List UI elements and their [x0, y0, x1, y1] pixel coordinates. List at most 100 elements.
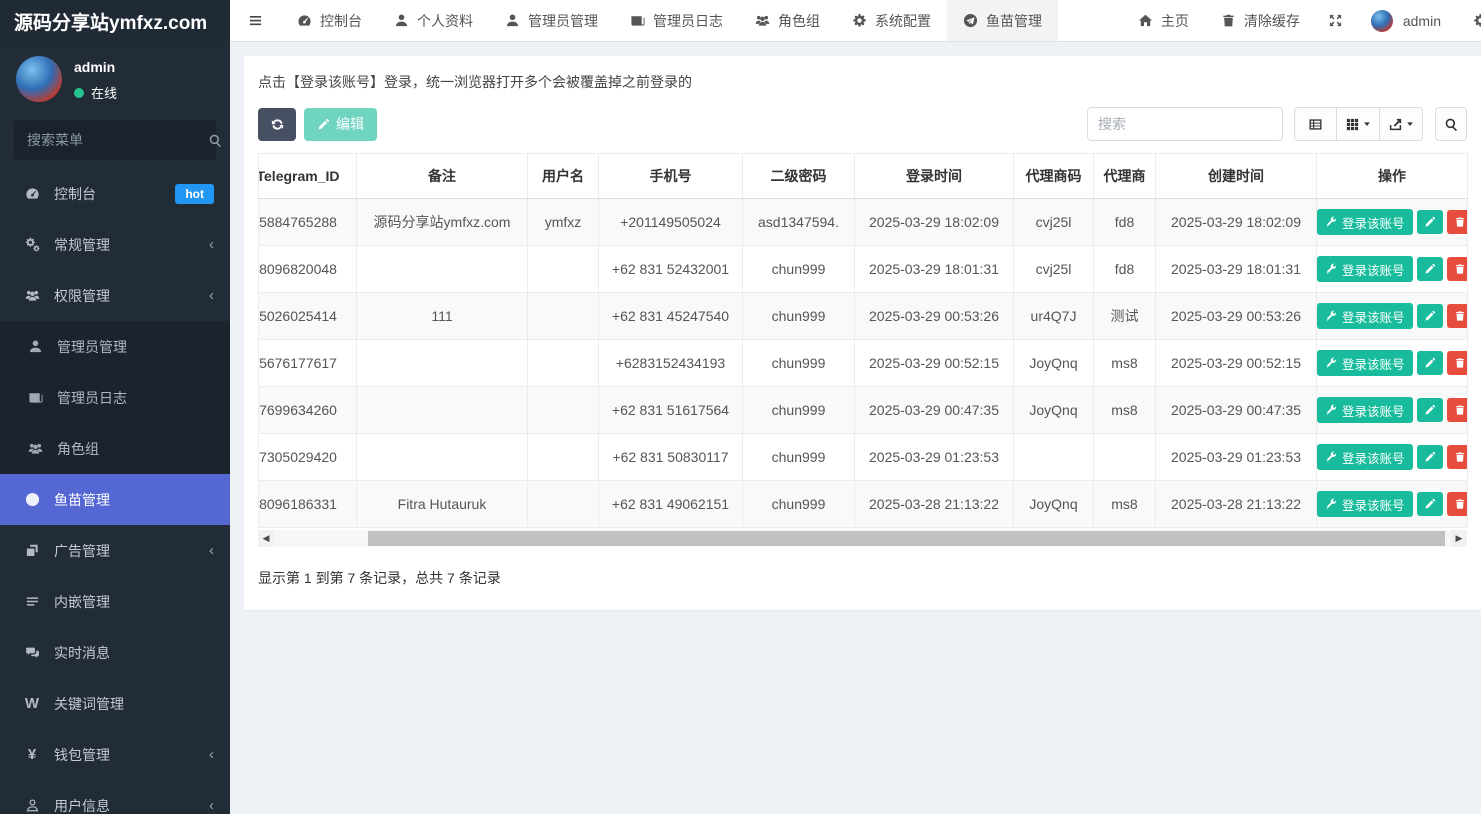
scroll-left-arrow[interactable]: ◀ — [258, 530, 274, 547]
sidebar-item-1[interactable]: 常规管理‹ — [0, 219, 230, 270]
record-summary: 显示第 1 到第 7 条记录，总共 7 条记录 — [258, 568, 1467, 588]
row-delete-button[interactable] — [1447, 351, 1468, 375]
login-account-button[interactable]: 登录该账号 — [1317, 209, 1413, 235]
sidebar-search-input[interactable] — [27, 132, 208, 148]
tools-icon — [1325, 263, 1337, 275]
newspaper-icon — [28, 390, 43, 405]
pencil-icon — [1424, 451, 1436, 463]
table-row[interactable]: 7305029420+62 831 50830117chun9992025-03… — [259, 434, 1468, 481]
chevron-left-icon: ‹ — [209, 288, 214, 303]
table-row[interactable]: 5884765288源码分享站ymfxz.comymfxz+2011495050… — [259, 199, 1468, 246]
table-search-input[interactable] — [1087, 107, 1283, 141]
table-cell: 8096820048 — [259, 246, 357, 293]
home-button[interactable]: 主页 — [1122, 0, 1205, 41]
scroll-right-arrow[interactable]: ▶ — [1451, 530, 1467, 547]
sidebar-item-2[interactable]: 权限管理 ‹ — [0, 270, 230, 321]
row-delete-button[interactable] — [1447, 257, 1468, 281]
row-edit-button[interactable] — [1417, 398, 1443, 422]
sidebar-item-8[interactable]: 内嵌管理 — [0, 576, 230, 627]
sidebar-item-label: 管理员管理 — [57, 337, 127, 357]
users-icon — [25, 288, 40, 303]
sidebar-item-12[interactable]: 用户信息‹ — [0, 780, 230, 814]
table-cell: JoyQnq — [1014, 387, 1094, 434]
table-row[interactable]: 5026025414111+62 831 45247540chun9992025… — [259, 293, 1468, 340]
table-row[interactable]: 5676177617+6283152434193chun9992025-03-2… — [259, 340, 1468, 387]
pencil-icon — [1424, 498, 1436, 510]
column-header: 代理商 — [1094, 154, 1156, 199]
table-cell: 2025-03-29 18:01:31 — [855, 246, 1014, 293]
user-menu[interactable]: admin — [1355, 0, 1457, 41]
login-account-button[interactable]: 登录该账号 — [1317, 491, 1413, 517]
export-dropdown-button[interactable] — [1380, 107, 1423, 141]
pencil-icon — [1424, 357, 1436, 369]
row-edit-button[interactable] — [1417, 492, 1443, 516]
fullscreen-button[interactable] — [1316, 0, 1355, 41]
row-delete-button[interactable] — [1447, 210, 1468, 234]
sidebar: 源码分享站ymfxz.com admin 在线 控制台hot常规管理‹权限管理‹… — [0, 0, 230, 814]
caret-down-icon — [1363, 120, 1371, 128]
row-edit-button[interactable] — [1417, 257, 1443, 281]
table-cell: Fitra Hutauruk — [357, 481, 528, 528]
table-cell: cvj25l — [1014, 246, 1094, 293]
sidebar-item-6[interactable]: 鱼苗管理 — [0, 474, 230, 525]
topbar-tab-5[interactable]: 系统配置 — [836, 0, 947, 41]
table-cell: +6283152434193 — [599, 340, 743, 387]
table-cell — [1014, 434, 1094, 481]
search-submit-button[interactable] — [1435, 107, 1467, 141]
sidebar-item-9[interactable]: 实时消息 — [0, 627, 230, 678]
search-icon — [208, 133, 223, 148]
topbar-tab-0[interactable]: 控制台 — [281, 0, 378, 41]
topbar-tab-3[interactable]: 管理员日志 — [614, 0, 739, 41]
table-row[interactable]: 8096186331Fitra Hutauruk+62 831 49062151… — [259, 481, 1468, 528]
sidebar-item-11[interactable]: ¥钱包管理‹ — [0, 729, 230, 780]
user-icon — [505, 13, 520, 28]
chevron-left-icon: ‹ — [209, 543, 214, 558]
row-delete-button[interactable] — [1447, 445, 1468, 469]
users-icon — [28, 441, 43, 456]
clear-cache-button[interactable]: 清除缓存 — [1205, 0, 1316, 41]
sidebar-item-4[interactable]: 管理员日志 — [0, 372, 230, 423]
horizontal-scrollbar[interactable]: ◀ ▶ — [258, 530, 1467, 547]
topbar-tab-6[interactable]: 鱼苗管理 — [947, 0, 1058, 41]
scrollbar-thumb[interactable] — [368, 531, 1445, 546]
row-delete-button[interactable] — [1447, 398, 1468, 422]
content-card: 点击【登录该账号】登录，统一浏览器打开多个会被覆盖掉之前登录的 编辑 Teleg… — [244, 56, 1481, 610]
sidebar-item-0[interactable]: 控制台hot — [0, 168, 230, 219]
tools-icon — [1325, 310, 1337, 322]
row-delete-button[interactable] — [1447, 492, 1468, 516]
login-account-button[interactable]: 登录该账号 — [1317, 350, 1413, 376]
sidebar-item-10[interactable]: W关键词管理 — [0, 678, 230, 729]
sidebar-item-3[interactable]: 管理员管理 — [0, 321, 230, 372]
column-header: 用户名 — [528, 154, 599, 199]
detail-view-button[interactable] — [1294, 107, 1337, 141]
columns-dropdown-button[interactable] — [1337, 107, 1380, 141]
topbar-tab-2[interactable]: 管理员管理 — [489, 0, 614, 41]
table-row[interactable]: 8096820048+62 831 52432001chun9992025-03… — [259, 246, 1468, 293]
row-delete-button[interactable] — [1447, 304, 1468, 328]
topbar-tab-1[interactable]: 个人资料 — [378, 0, 489, 41]
topbar-username: admin — [1403, 13, 1441, 29]
table-row[interactable]: 7699634260+62 831 51617564chun9992025-03… — [259, 387, 1468, 434]
hamburger-button[interactable] — [230, 0, 281, 41]
login-account-button[interactable]: 登录该账号 — [1317, 397, 1413, 423]
sidebar-item-7[interactable]: 广告管理‹ — [0, 525, 230, 576]
row-edit-button[interactable] — [1417, 445, 1443, 469]
row-edit-button[interactable] — [1417, 351, 1443, 375]
column-header: Telegram_ID — [259, 154, 357, 199]
login-tip-text: 点击【登录该账号】登录，统一浏览器打开多个会被覆盖掉之前登录的 — [258, 72, 1467, 92]
edit-button[interactable]: 编辑 — [304, 108, 377, 141]
row-edit-button[interactable] — [1417, 304, 1443, 328]
brand-title: 源码分享站ymfxz.com — [0, 0, 230, 42]
sidebar-item-label: 权限管理 — [54, 286, 110, 306]
refresh-button[interactable] — [258, 108, 296, 141]
sidebar-search[interactable] — [14, 120, 216, 160]
sidebar-item-5[interactable]: 角色组 — [0, 423, 230, 474]
login-account-button[interactable]: 登录该账号 — [1317, 444, 1413, 470]
settings-button[interactable] — [1457, 0, 1481, 41]
table-cell: chun999 — [743, 387, 855, 434]
topbar-tab-4[interactable]: 角色组 — [739, 0, 836, 41]
login-account-button[interactable]: 登录该账号 — [1317, 303, 1413, 329]
topbar-tab-label: 角色组 — [778, 11, 820, 31]
login-account-button[interactable]: 登录该账号 — [1317, 256, 1413, 282]
row-edit-button[interactable] — [1417, 210, 1443, 234]
